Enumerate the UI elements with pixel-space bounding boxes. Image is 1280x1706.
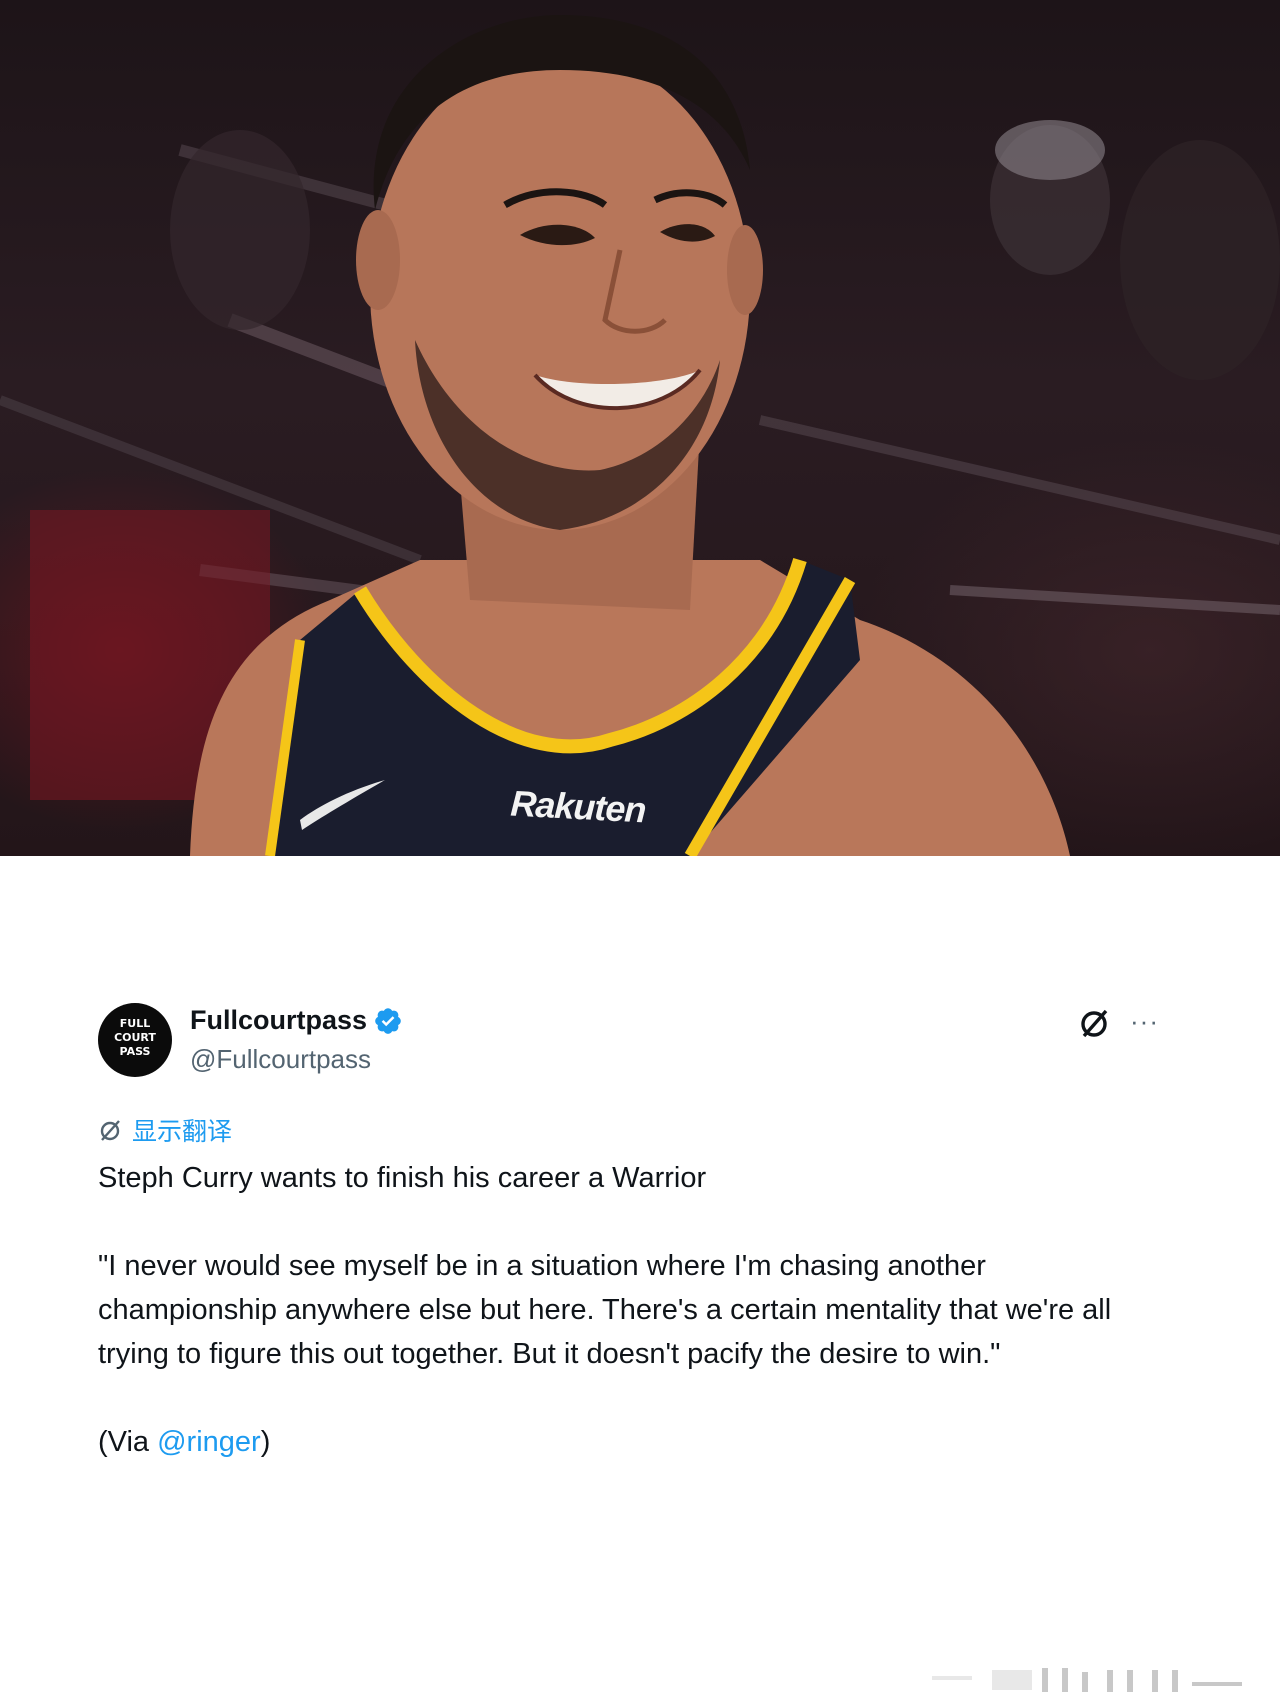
via-suffix: ): [260, 1426, 271, 1458]
watermark-logo-icon: [932, 1668, 1242, 1692]
tweet-text: Steph Curry wants to finish his career a…: [98, 1156, 1158, 1464]
avatar-logo-text: FULL COURT PASS: [114, 1017, 156, 1058]
translate-small-icon: [100, 1120, 120, 1141]
mention-link[interactable]: @ringer: [157, 1426, 261, 1458]
avatar[interactable]: FULL COURT PASS: [98, 1003, 172, 1077]
author-name-row[interactable]: Fullcourtpass: [190, 1005, 403, 1036]
author-handle[interactable]: @Fullcourtpass: [190, 1044, 371, 1075]
translate-icon[interactable]: [1078, 1006, 1112, 1040]
jersey-sponsor-logo: Rakuten: [509, 782, 647, 831]
tweet-headline: Steph Curry wants to finish his career a…: [98, 1162, 707, 1194]
via-prefix: (Via: [98, 1426, 158, 1458]
tweet-via: (Via @ringer): [98, 1420, 1158, 1464]
player-photo-illustration: [0, 15, 1280, 856]
show-translation-button[interactable]: 显示翻译: [98, 1112, 232, 1148]
display-name[interactable]: Fullcourtpass: [190, 1005, 367, 1036]
more-options-icon[interactable]: ···: [1130, 1006, 1166, 1040]
show-translation-label: 显示翻译: [132, 1117, 233, 1146]
verified-badge-icon: [375, 1007, 401, 1034]
tweet-photo[interactable]: Rakuten: [0, 0, 1280, 856]
tweet-quote: "I never would see myself be in a situat…: [98, 1250, 1112, 1370]
